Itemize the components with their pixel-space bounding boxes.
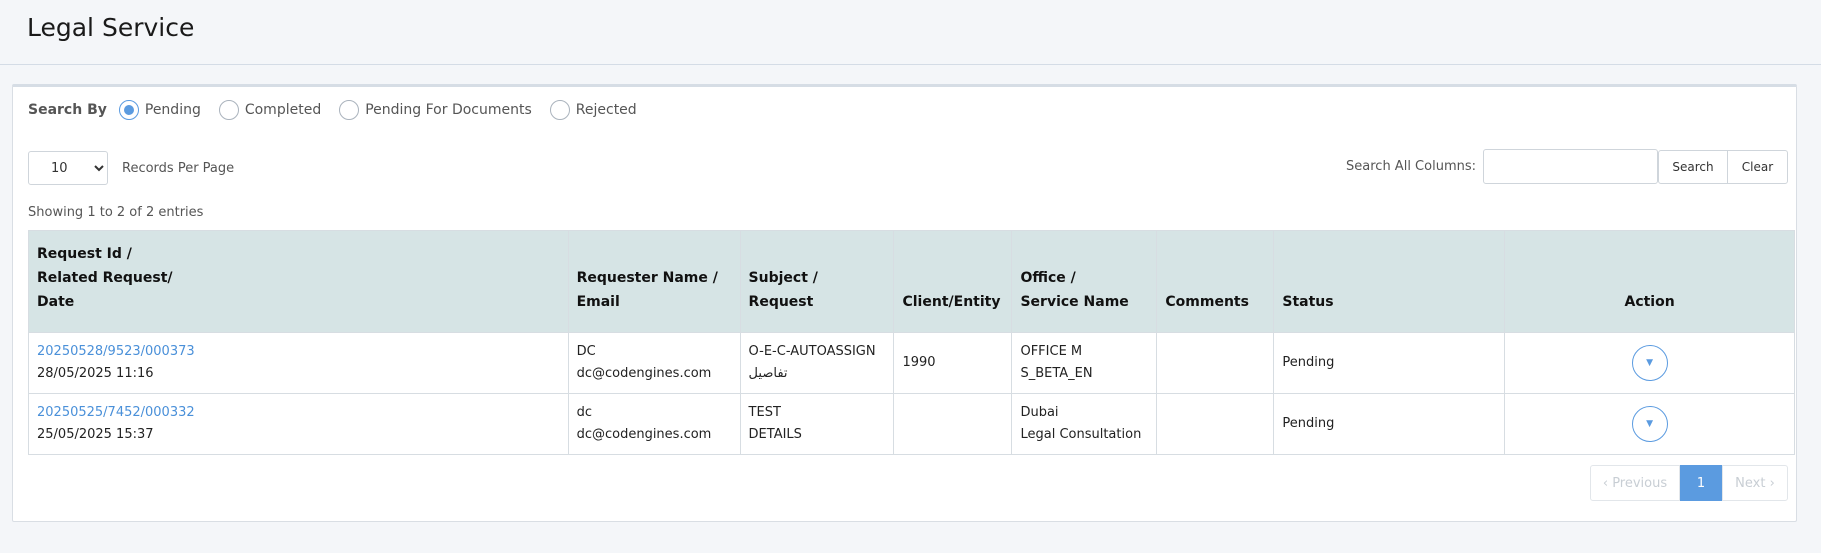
radio-completed[interactable] [218,100,239,120]
office-name: OFFICE M [1020,344,1083,359]
cell-requester: DC dc@codengines.com [567,332,741,394]
search-by-label: Search By [28,102,107,118]
col-subject[interactable]: Subject / Request [739,230,895,333]
table-header-row: Request Id / Related Request/ Date Reque… [28,230,1795,333]
search-button[interactable]: Search [1658,149,1728,184]
cell-comments [1156,332,1275,394]
requester-name: dc [576,405,592,420]
cell-requester: dc dc@codengines.com [567,393,741,455]
col-comments-label: Comments [1165,294,1249,310]
radio-pending[interactable] [118,100,139,120]
next-page-button[interactable]: Next › [1722,465,1788,501]
previous-label: Previous [1612,475,1668,491]
col-request-id-line2: Related Request/ [37,270,173,286]
col-office-line1: Office / [1020,270,1076,286]
filter-completed[interactable]: Completed [218,100,322,120]
cell-client: 1990 [893,332,1013,394]
service-name: Legal Consultation [1020,427,1142,442]
cell-office: OFFICE M S_BETA_EN [1011,332,1158,394]
col-action: Action [1504,230,1795,333]
search-input[interactable] [1483,149,1658,184]
subject-text: TEST [748,405,781,420]
records-per-page-select[interactable]: 10 [28,151,108,185]
chevron-right-icon: › [1765,475,1775,491]
col-client[interactable]: Client/Entity [893,230,1013,333]
cell-action: ▼ [1504,393,1795,455]
col-office-line2: Service Name [1020,294,1129,310]
col-request-id[interactable]: Request Id / Related Request/ Date [28,230,569,333]
col-status[interactable]: Status [1273,230,1506,333]
col-comments[interactable]: Comments [1156,230,1275,333]
filter-rejected-label: Rejected [575,102,637,118]
col-subject-line2: Request [748,294,814,310]
status-filter: Search By Pending Completed Pending For … [28,99,655,121]
subject-text: O-E-C-AUTOASSIGN [748,344,876,359]
request-date: 28/05/2025 11:16 [37,366,154,381]
table-row: 20250525/7452/000332 25/05/2025 15:37 dc… [28,393,1795,455]
request-text: تفاصيل [748,366,788,381]
entries-info: Showing 1 to 2 of 2 entries [28,205,204,220]
cell-subject: TEST DETAILS [739,393,895,455]
next-label: Next [1735,475,1766,491]
filter-pending-label: Pending [144,102,201,118]
caret-down-icon: ▼ [1646,419,1654,429]
cell-comments [1156,393,1275,455]
requests-table: Request Id / Related Request/ Date Reque… [28,230,1795,455]
col-requester[interactable]: Requester Name / Email [567,230,741,333]
cell-client [893,393,1013,455]
radio-pending-documents[interactable] [339,100,360,120]
col-action-label: Action [1624,294,1675,310]
radio-rejected[interactable] [549,100,570,120]
records-per-page: 10 Records Per Page [28,151,234,185]
filter-pending-documents-label: Pending For Documents [365,102,532,118]
requester-name: DC [576,344,596,359]
col-request-id-line3: Date [37,294,75,310]
action-dropdown-button[interactable]: ▼ [1631,406,1668,442]
cell-office: Dubai Legal Consultation [1011,393,1158,455]
filter-completed-label: Completed [244,102,322,118]
cell-request: 20250525/7452/000332 25/05/2025 15:37 [28,393,569,455]
service-name: S_BETA_EN [1020,366,1093,381]
search-all-columns-label: Search All Columns: [1346,159,1476,174]
action-dropdown-button[interactable]: ▼ [1631,345,1668,381]
request-id-link[interactable]: 20250525/7452/000332 [37,405,195,420]
cell-subject: O-E-C-AUTOASSIGN تفاصيل [739,332,895,394]
requester-email: dc@codengines.com [576,366,712,381]
chevron-left-icon: ‹ [1602,475,1613,491]
request-date: 25/05/2025 15:37 [37,427,154,442]
page-title: Legal Service [27,13,195,42]
col-subject-line1: Subject / [748,270,818,286]
cell-action: ▼ [1504,332,1795,394]
cell-status: Pending [1273,393,1506,455]
cell-status: Pending [1273,332,1506,394]
col-requester-line2: Email [576,294,620,310]
col-office[interactable]: Office / Service Name [1011,230,1158,333]
records-per-page-label: Records Per Page [122,160,235,176]
previous-page-button[interactable]: ‹ Previous [1590,465,1680,501]
clear-button[interactable]: Clear [1727,149,1788,184]
caret-down-icon: ▼ [1646,358,1654,368]
page-header: Legal Service [0,0,1821,65]
requester-email: dc@codengines.com [576,427,712,442]
cell-request: 20250528/9523/000373 28/05/2025 11:16 [28,332,569,394]
table-row: 20250528/9523/000373 28/05/2025 11:16 DC… [28,332,1795,394]
request-text: DETAILS [748,427,802,442]
pagination: ‹ Previous 1 Next › [1590,465,1788,501]
current-page-button[interactable]: 1 [1680,465,1722,501]
col-client-label: Client/Entity [902,294,1001,310]
col-requester-line1: Requester Name / [576,270,718,286]
filter-pending[interactable]: Pending [118,100,201,120]
content-panel: Search By Pending Completed Pending For … [12,84,1797,522]
office-name: Dubai [1020,405,1059,420]
col-status-label: Status [1282,294,1334,310]
request-id-link[interactable]: 20250528/9523/000373 [37,344,195,359]
filter-pending-documents[interactable]: Pending For Documents [339,100,532,120]
col-request-id-line1: Request Id / [37,246,132,262]
search-area: Search All Columns: Search Clear [1346,149,1788,184]
filter-rejected[interactable]: Rejected [549,100,637,120]
